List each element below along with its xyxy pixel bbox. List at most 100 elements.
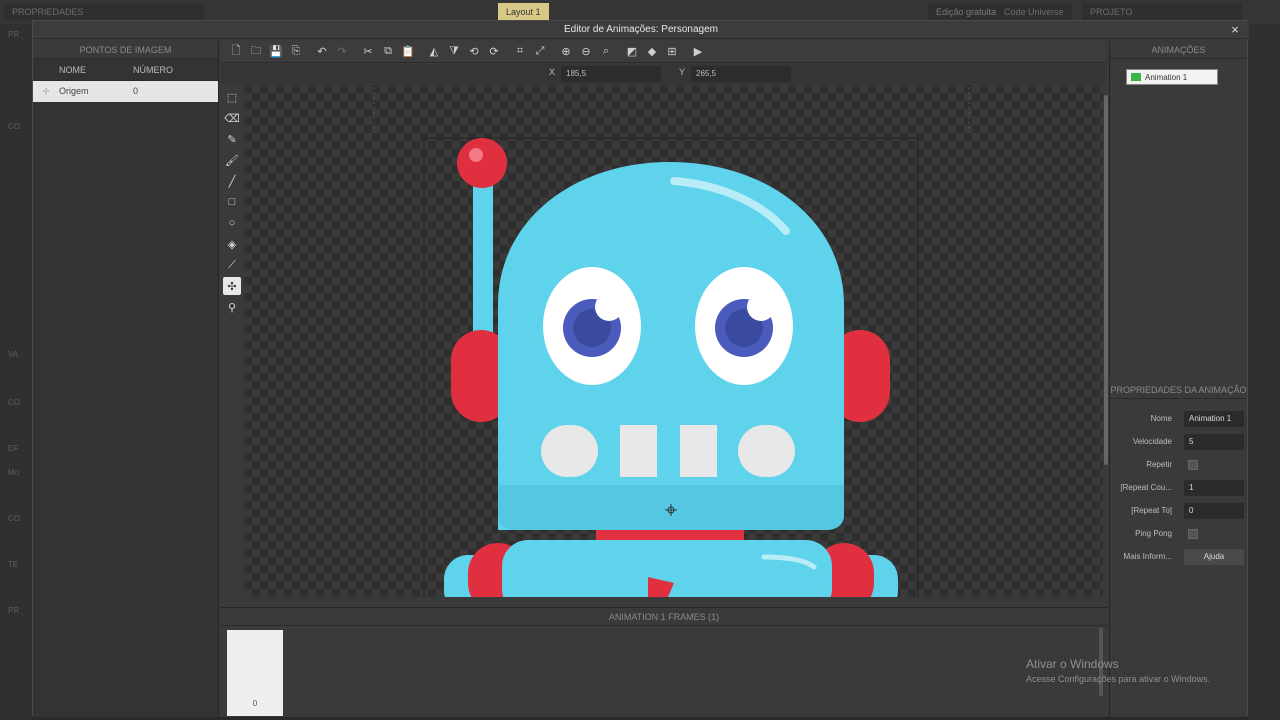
animation-item-label: Animation 1 xyxy=(1145,73,1188,82)
dialog-title: Editor de Animações: Personagem xyxy=(33,21,1249,39)
prop-repeat-to-row: [Repeat To] 0 xyxy=(1110,503,1248,519)
repeat-to-field[interactable]: 0 xyxy=(1184,503,1244,519)
resize-icon[interactable]: ⤢ xyxy=(531,43,549,61)
background-icon[interactable]: ◩ xyxy=(623,43,641,61)
zoom-in-icon[interactable]: ⊕ xyxy=(557,43,575,61)
image-canvas[interactable] xyxy=(244,85,1103,597)
watermark-title: Ativar o Windows xyxy=(1026,657,1119,671)
bg-label: PR xyxy=(8,30,20,39)
paste-icon[interactable]: 📋 xyxy=(399,43,417,61)
grid-icon[interactable]: ⊞ xyxy=(663,43,681,61)
x-coordinate-field[interactable]: 185,5 xyxy=(561,66,661,82)
watermark-subtitle: Acesse Configurações para ativar o Windo… xyxy=(1026,674,1211,684)
frame-number: 0 xyxy=(252,699,258,708)
export-icon[interactable]: ⎘ xyxy=(287,43,305,61)
copy-icon[interactable]: ⧉ xyxy=(379,43,397,61)
save-icon[interactable]: 💾 xyxy=(267,43,285,61)
prop-repeat-row: Repetir xyxy=(1110,457,1248,473)
redo-icon[interactable]: ↷ xyxy=(333,43,351,61)
origin-point-icon: ✣ xyxy=(42,87,50,96)
bg-label: CO xyxy=(8,398,20,407)
zoom-reset-icon[interactable]: ⌕ xyxy=(597,43,615,61)
rotate-ccw-icon[interactable]: ⟲ xyxy=(465,43,483,61)
prop-more-info-label: Mais Inform... xyxy=(1123,552,1172,561)
y-coordinate-field[interactable]: 265,5 xyxy=(691,66,791,82)
prop-repeat-count-row: [Repeat Cou... 1 xyxy=(1110,480,1248,496)
bg-tab-properties: PROPRIEDADES xyxy=(4,3,204,21)
flip-horizontal-icon[interactable]: ◭ xyxy=(425,43,443,61)
open-folder-icon[interactable]: 🗀 xyxy=(247,43,265,61)
windows-activation-watermark: Ativar o Windows Acesse Configurações pa… xyxy=(1026,657,1210,684)
pingpong-checkbox[interactable] xyxy=(1188,529,1198,539)
drawing-tools: ⬚ ⌫ ✎ 🖌 ╱ □ ○ ◈ ⟋ ✣ ⚲ xyxy=(221,85,243,605)
play-icon[interactable]: ▶ xyxy=(689,43,707,61)
frame-thumbnail[interactable]: 0 xyxy=(227,630,283,716)
image-points-panel: PONTOS DE IMAGEM NOME NÚMERO ✣ Origem 0 xyxy=(33,41,219,717)
x-label: X xyxy=(549,67,556,77)
frames-panel: ANIMATION 1 FRAMES (1) 0 xyxy=(221,607,1107,717)
prop-pingpong-row: Ping Pong xyxy=(1110,526,1248,542)
pencil-tool-icon[interactable]: ✎ xyxy=(223,130,241,148)
close-icon[interactable]: × xyxy=(1227,22,1243,38)
prop-repeat-count-label: [Repeat Cou... xyxy=(1120,483,1172,492)
animations-panel: ANIMAÇÕES Animation 1 xyxy=(1109,41,1247,377)
origin-point-tool-icon[interactable]: ✣ xyxy=(223,277,241,295)
animation-name-field[interactable]: Animation 1 xyxy=(1184,411,1244,427)
coordinates-bar: X 185,5 Y 265,5 xyxy=(221,64,1105,84)
prop-more-info-row: Mais Inform... Ajuda xyxy=(1110,549,1248,565)
eyedropper-tool-icon[interactable]: ⟋ xyxy=(223,256,241,274)
bg-label: CO xyxy=(8,514,20,523)
animation-editor-dialog: Editor de Animações: Personagem × PONTOS… xyxy=(32,20,1249,717)
animations-header: ANIMAÇÕES xyxy=(1110,41,1247,59)
help-button[interactable]: Ajuda xyxy=(1184,549,1244,565)
bg-label: Mo xyxy=(8,468,20,477)
speed-field[interactable]: 5 xyxy=(1184,434,1244,450)
new-file-icon[interactable]: 🗋 xyxy=(227,43,245,61)
y-label: Y xyxy=(679,67,686,77)
bg-tab-edition: Edição gratuita xyxy=(928,3,1005,21)
editor-toolbar: 🗋 🗀 💾 ⎘ ↶ ↷ ✂ ⧉ 📋 ◭ ⧩ ⟲ ⟳ ⌗ ⤢ ⊕ ⊖ ⌕ ◩ ◆ … xyxy=(221,41,1105,63)
rectangle-tool-icon[interactable]: □ xyxy=(223,193,241,211)
bg-tab-project: PROJETO xyxy=(1082,3,1242,21)
bg-label: EF xyxy=(8,444,19,453)
background-left-panel: PR CO VA CO EF Mo CO TE PR xyxy=(0,24,32,720)
prop-repeat-label: Repetir xyxy=(1146,460,1172,469)
column-number-header[interactable]: NÚMERO xyxy=(133,59,173,80)
image-point-name: Origem xyxy=(59,86,89,96)
image-points-column-headers: NOME NÚMERO xyxy=(33,59,218,81)
bg-label: PR xyxy=(8,606,20,615)
prop-speed-label: Velocidade xyxy=(1132,437,1172,446)
bg-label: CO xyxy=(8,122,20,131)
line-tool-icon[interactable]: ╱ xyxy=(223,172,241,190)
frames-header: ANIMATION 1 FRAMES (1) xyxy=(221,608,1107,626)
crop-icon[interactable]: ⌗ xyxy=(511,43,529,61)
animation-color-swatch xyxy=(1131,73,1141,81)
bg-label: VA xyxy=(8,350,19,359)
cut-icon[interactable]: ✂ xyxy=(359,43,377,61)
select-tool-icon[interactable]: ⬚ xyxy=(223,88,241,106)
undo-icon[interactable]: ↶ xyxy=(313,43,331,61)
image-points-header: PONTOS DE IMAGEM xyxy=(33,41,218,59)
repeat-checkbox[interactable] xyxy=(1188,460,1198,470)
prop-speed-row: Velocidade 5 xyxy=(1110,434,1248,450)
prop-name-row: Nome Animation 1 xyxy=(1110,411,1248,427)
ellipse-tool-icon[interactable]: ○ xyxy=(223,214,241,232)
animation-properties-header: PROPRIEDADES DA ANIMAÇÃO xyxy=(1110,381,1247,399)
flip-vertical-icon[interactable]: ⧩ xyxy=(445,43,463,61)
eraser-tool-icon[interactable]: ⌫ xyxy=(223,109,241,127)
layers-icon[interactable]: ◆ xyxy=(643,43,661,61)
image-point-row[interactable]: ✣ Origem 0 xyxy=(33,81,218,102)
column-name-header[interactable]: NOME xyxy=(33,59,133,80)
rotate-cw-icon[interactable]: ⟳ xyxy=(485,43,503,61)
animation-item[interactable]: Animation 1 xyxy=(1126,69,1218,85)
repeat-count-field[interactable]: 1 xyxy=(1184,480,1244,496)
image-point-number: 0 xyxy=(133,86,139,96)
brush-tool-icon[interactable]: 🖌 xyxy=(223,151,241,169)
background-right-panel xyxy=(1248,24,1280,720)
zoom-out-icon[interactable]: ⊖ xyxy=(577,43,595,61)
prop-pingpong-label: Ping Pong xyxy=(1135,529,1172,538)
action-point-tool-icon[interactable]: ⚲ xyxy=(223,298,241,316)
prop-name-label: Nome xyxy=(1150,414,1172,423)
robot-sprite xyxy=(373,87,970,597)
fill-tool-icon[interactable]: ◈ xyxy=(223,235,241,253)
